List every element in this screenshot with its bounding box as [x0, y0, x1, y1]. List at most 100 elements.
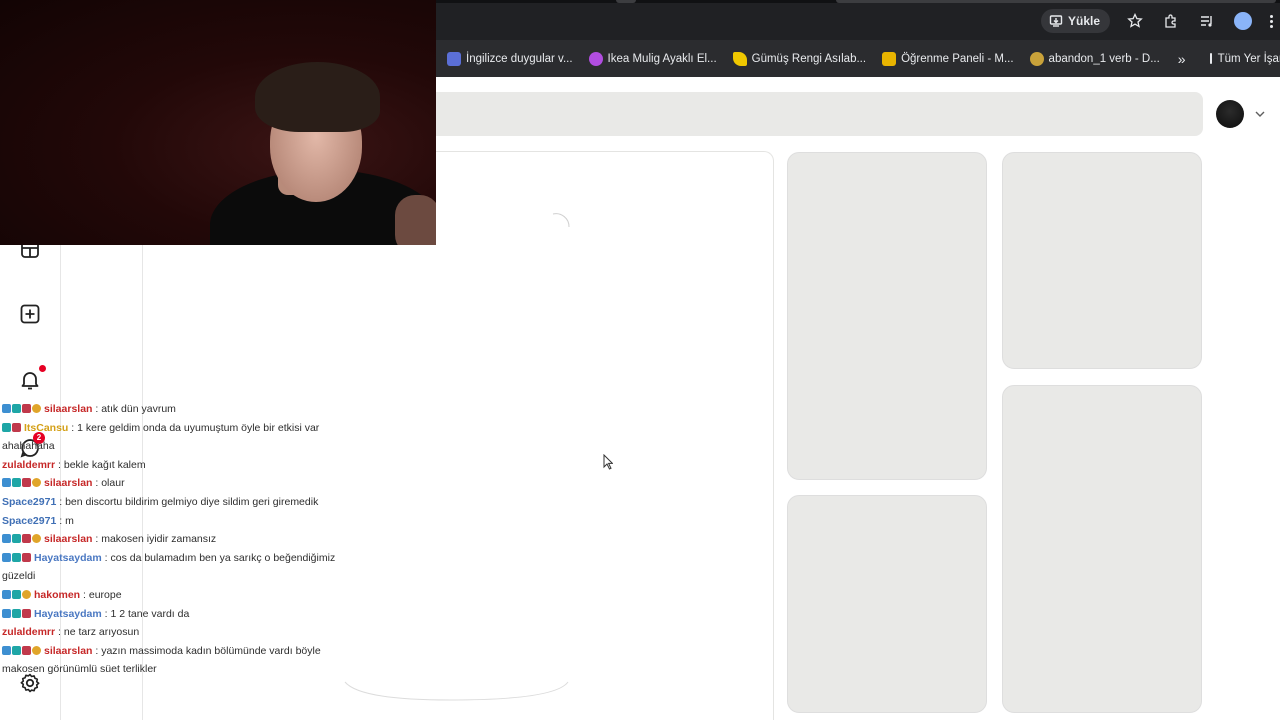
chat-badge-icon: [2, 478, 11, 488]
chat-separator: :: [56, 495, 66, 508]
bookmark-item[interactable]: İngilizce duygular v...: [447, 51, 573, 66]
chat-username: Space2971: [2, 514, 57, 527]
chat-badge-icon: [32, 534, 41, 544]
toolbar-actions: Yükle: [1040, 8, 1280, 34]
chat-username: silaarslan: [44, 403, 93, 415]
chat-text: m: [65, 514, 74, 527]
all-bookmarks-folder[interactable]: Tüm Yer İşaretleri: [1218, 53, 1280, 65]
chat-message: zulaldemrr : ne tarz arıyosun: [2, 623, 362, 642]
tab-edge[interactable]: [616, 0, 636, 3]
bookmark-favicon-icon: [1029, 51, 1044, 66]
chat-separator: :: [68, 421, 78, 434]
notification-dot: [39, 365, 46, 372]
chat-badge-icon: [22, 608, 31, 618]
chat-separator: :: [55, 458, 64, 471]
profile-button[interactable]: [1232, 10, 1254, 32]
bookmark-label: İngilizce duygular v...: [466, 52, 573, 65]
chat-badge-icon: [2, 422, 11, 432]
bookmark-item[interactable]: abandon_1 verb - D...: [1029, 51, 1160, 66]
chevron-down-icon[interactable]: [1254, 108, 1266, 120]
search-bar-placeholder[interactable]: [436, 92, 1203, 136]
bookmark-favicon-icon: [732, 51, 747, 66]
chat-badge-icon: [12, 422, 21, 432]
chat-username: ItsCansu: [24, 421, 69, 434]
chat-text: makosen iyidir zamansız: [101, 533, 217, 546]
chat-badge-icon: [32, 404, 41, 413]
chat-username: silaarslan: [44, 477, 93, 490]
chat-message: Space2971 : m: [2, 512, 362, 531]
pin-placeholder[interactable]: [1002, 152, 1202, 369]
star-icon: [1127, 13, 1143, 28]
bell-icon[interactable]: [19, 369, 41, 391]
menu-kebab-icon[interactable]: [1268, 14, 1274, 28]
chat-text: ne tarz arıyosun: [63, 626, 140, 639]
profile-avatar: [1234, 12, 1252, 30]
chat-separator: :: [92, 477, 102, 490]
chat-username: Space2971: [2, 495, 57, 508]
bookmark-label: Öğrenme Paneli - M...: [901, 52, 1014, 65]
bookmark-star-button[interactable]: [1124, 10, 1146, 32]
user-avatar[interactable]: [1216, 100, 1244, 128]
chat-separator: :: [80, 588, 89, 601]
more-bookmarks-chevron-icon[interactable]: »: [1178, 51, 1186, 67]
chat-badge-icon: [12, 608, 21, 618]
chat-badge-icon: [22, 478, 31, 488]
create-icon[interactable]: [19, 303, 41, 325]
chat-username: zulaldemrr: [2, 458, 56, 471]
chat-badge-icon: [2, 589, 11, 599]
chat-message: ItsCansu : 1 kere geldim onda da uyumuşt…: [2, 419, 362, 456]
pin-detail-card: [436, 151, 774, 720]
chat-badges: [2, 404, 41, 413]
bookmark-label: Ikea Mulig Ayaklı El...: [607, 52, 717, 65]
chat-badge-icon: [32, 478, 41, 488]
install-icon: [1049, 15, 1063, 27]
chat-username: Hayatsaydam: [34, 551, 102, 564]
chat-separator: :: [92, 403, 102, 415]
chat-message: Hayatsaydam : cos da bulamadım ben ya sa…: [2, 549, 362, 586]
chat-badges: [2, 478, 41, 488]
pin-placeholder[interactable]: [1002, 385, 1202, 713]
chat-badge-icon: [22, 534, 31, 544]
chat-badge-icon: [12, 552, 21, 562]
chat-badge-icon: [22, 589, 31, 599]
bookmark-favicon-icon: [447, 51, 461, 66]
chat-text: ben discortu bildirim gelmiyo diye sildi…: [65, 495, 319, 508]
install-button[interactable]: Yükle: [1040, 9, 1110, 33]
tab-edge[interactable]: [836, 0, 1276, 3]
media-control-button[interactable]: [1196, 10, 1218, 32]
bookmark-label: Gümüş Rengi Asılab...: [751, 52, 867, 65]
bookmark-favicon-icon: [882, 51, 897, 66]
bookmark-item[interactable]: Ikea Mulig Ayaklı El...: [588, 51, 717, 66]
chat-badge-icon: [2, 404, 11, 413]
chat-badges: [2, 608, 31, 618]
chat-text: europe: [88, 588, 122, 601]
bookmark-item[interactable]: Öğrenme Paneli - M...: [882, 51, 1014, 66]
bookmark-item[interactable]: Gümüş Rengi Asılab...: [732, 51, 867, 66]
chat-message: silaarslan : yazın massimoda kadın bölüm…: [2, 642, 362, 679]
pin-placeholder[interactable]: [787, 152, 987, 480]
chat-badges: [2, 534, 41, 544]
chat-badge-icon: [22, 645, 31, 655]
chat-badge-icon: [22, 404, 31, 413]
chat-text: atık dün yavrum: [101, 403, 176, 415]
extensions-button[interactable]: [1160, 10, 1182, 32]
pin-placeholder[interactable]: [787, 495, 987, 713]
chat-text: 1 2 tane vardı da: [110, 607, 190, 620]
puzzle-icon: [1165, 14, 1176, 28]
chat-badges: [2, 552, 31, 562]
stream-chat-overlay: silaarslan : atık dün yavrum ItsCansu : 1…: [2, 400, 362, 679]
chat-separator: :: [55, 626, 64, 639]
install-label: Yükle: [1067, 14, 1100, 28]
chat-username: Hayatsaydam: [34, 607, 102, 620]
screen: Yükle İngilizce duygular v... Ikea Mulig…: [0, 0, 1280, 720]
chat-badge-icon: [2, 552, 11, 562]
chat-badge-icon: [2, 534, 11, 544]
webcam-overlay: [0, 0, 436, 245]
chat-text: olaur: [101, 477, 125, 490]
chat-badges: [2, 589, 31, 599]
chat-badge-icon: [12, 645, 21, 655]
loading-arc: [344, 681, 569, 701]
chat-badge-icon: [32, 645, 41, 655]
folder-icon: [1209, 53, 1212, 64]
streamer-hair: [255, 62, 380, 132]
